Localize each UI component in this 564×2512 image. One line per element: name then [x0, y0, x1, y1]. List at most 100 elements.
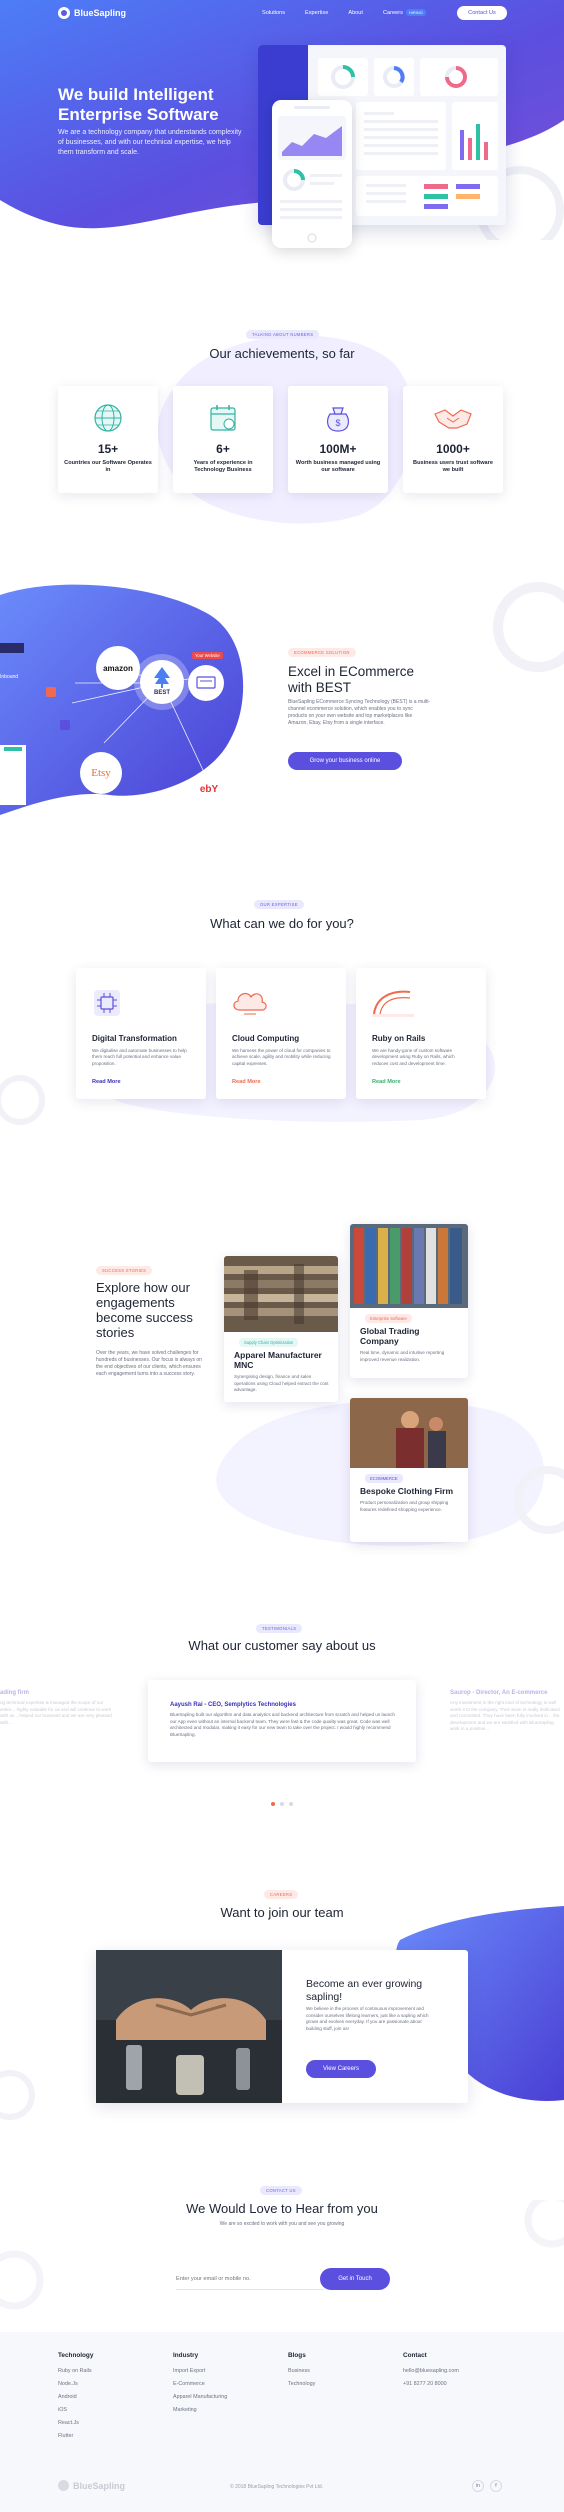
grow-business-button[interactable]: Grow your business online [288, 752, 402, 770]
achievement-label: Worth business managed using our softwar… [295, 460, 381, 473]
footer-link[interactable]: React.Js [58, 2417, 93, 2430]
dashboard-widget [374, 58, 414, 96]
services-title: What can we do for you? [210, 916, 354, 931]
get-in-touch-button[interactable]: Get in Touch [320, 2268, 390, 2290]
testimonial-card: Aayush Rai - CEO, Semplytics Technologie… [148, 1680, 416, 1762]
story-title: Apparel Manufacturer MNC [234, 1350, 334, 1370]
footer-link[interactable]: Apparel Manufacturing [173, 2391, 227, 2404]
website-node-label: Your Website [192, 652, 223, 659]
read-more-link[interactable]: Read More [92, 1079, 121, 1085]
footer-link[interactable]: E-Commerce [173, 2378, 227, 2391]
dashboard-widget [420, 58, 498, 96]
best-hub-label: BEST [153, 690, 170, 696]
testimonial-name: Aayush Rai - CEO, Semplytics Technologie… [170, 1702, 296, 1708]
testimonial-next[interactable]: Saurop - Director, An E-commerce Any inv… [450, 1690, 564, 1760]
footer-column-industry: Industry Import Export E-Commerce Appare… [173, 2352, 227, 2417]
achievements-tag: TALKING ABOUT NUMBERS [246, 330, 320, 339]
services-tag: OUR EXPERTISE [254, 900, 304, 909]
nav-expertise[interactable]: Expertise [305, 10, 328, 16]
service-card[interactable]: Cloud Computing We harness the power of … [216, 968, 346, 1099]
footer-link[interactable]: iOS [58, 2404, 93, 2417]
footer-logo[interactable]: BlueSapling [58, 2480, 125, 2491]
cloud-icon [233, 992, 267, 1015]
amazon-node: amazon [96, 646, 140, 690]
footer-link[interactable]: Technology [288, 2378, 315, 2391]
service-text: We are handy-gone of custom software dev… [372, 1048, 455, 1066]
footer-link[interactable]: Ruby on Rails [58, 2365, 93, 2378]
testimonial-name: ading firm [0, 1690, 30, 1696]
read-more-link[interactable]: Read More [232, 1079, 261, 1085]
hiring-badge: HIRING [405, 9, 426, 16]
social-links: in f [472, 2480, 502, 2492]
website-node: Your Website [188, 644, 224, 701]
footer-link[interactable]: Import Export [173, 2365, 227, 2378]
story-title-line1: Bespoke Clothing Firm [360, 1486, 454, 1496]
clothing-photo [350, 1398, 468, 1468]
footer-heading: Technology [58, 2352, 94, 2359]
sapling-logo-icon [58, 2480, 69, 2491]
apparel-photo [224, 1256, 338, 1332]
carousel-dot-active[interactable] [271, 1802, 275, 1806]
testimonial-text: Any investment in the right kind of tech… [450, 1700, 560, 1731]
story-title: Global Trading Company [360, 1326, 460, 1346]
stories-title: Explore how our engagements become succe… [96, 1280, 216, 1340]
team-photo [96, 1950, 282, 2103]
service-card[interactable]: Digital Transformation We digitalise and… [76, 968, 206, 1099]
footer-link[interactable]: Android [58, 2391, 93, 2404]
footer-email-link[interactable]: hello@bluesapling.com [403, 2365, 459, 2378]
ecommerce-title: Excel in ECommerce with BEST [288, 664, 448, 696]
read-more-link[interactable]: Read More [372, 1079, 401, 1085]
linkedin-icon[interactable]: in [472, 2480, 484, 2492]
story-text: Real time, dynamic and intuitive reporti… [360, 1350, 445, 1362]
email-input[interactable] [176, 2268, 324, 2290]
footer-column-blogs: Blogs Business Technology [288, 2352, 315, 2391]
story-title-line1: Global Trading [360, 1326, 420, 1336]
testimonial-name: Saurop - Director, An E-commerce [450, 1690, 548, 1696]
ecommerce-text: BlueSapling ECommerce Syncing Technology… [288, 699, 431, 726]
footer-link[interactable]: Business [288, 2365, 315, 2378]
etsy-node: Etsy [80, 752, 122, 794]
achievement-card: 6+ Years of experience in Technology Bus… [173, 386, 273, 493]
footer-link[interactable]: Marketing [173, 2404, 227, 2417]
contact-title: We Would Love to Hear from you [186, 2201, 378, 2216]
service-card[interactable]: Ruby on Rails We are handy-gone of custo… [356, 968, 486, 1099]
stories-text: Over the years, we have solved challenge… [96, 1350, 202, 1377]
ecommerce-tag: ECOMMERCE SOLUTION [288, 648, 356, 657]
footer-link[interactable]: Node.Js [58, 2378, 93, 2391]
testimonial-prev[interactable]: ading firm ng technical expertise & mana… [0, 1690, 128, 1760]
story-card[interactable]: Enterprise Software Global Trading Compa… [350, 1224, 468, 1378]
ebay-node: ebY [190, 770, 228, 808]
carousel-dot[interactable] [289, 1802, 293, 1806]
achievement-value: 100M+ [319, 442, 357, 456]
service-title: Digital Transformation [92, 1034, 177, 1043]
hero-title: We build Intelligent Enterprise Software [58, 85, 278, 125]
nav-careers[interactable]: Careers HIRING [383, 9, 426, 16]
story-text: Synergising design, finance and sales op… [234, 1374, 329, 1392]
ecommerce-title-line2: with BEST [288, 680, 352, 695]
story-card[interactable]: Supply Chain Optimization Apparel Manufa… [224, 1256, 338, 1402]
contact-us-button[interactable]: Contact Us [457, 6, 507, 20]
story-card[interactable]: ECOMMERCE Bespoke Clothing Firm Product … [350, 1398, 468, 1542]
story-text: Product personalization and group shippi… [360, 1500, 449, 1512]
view-careers-button[interactable]: View Careers [306, 2060, 376, 2078]
nav-about[interactable]: About [348, 10, 363, 16]
hero-title-line1: We build Intelligent [58, 85, 214, 104]
nav-solutions[interactable]: Solutions [262, 10, 285, 16]
join-card-title-line1: Become an ever growing [306, 1978, 423, 1990]
achievement-value: 15+ [97, 442, 119, 456]
trading-photo [350, 1224, 468, 1308]
carousel-dot[interactable] [280, 1802, 284, 1806]
top-nav: Solutions Expertise About Careers HIRING [262, 9, 426, 16]
footer-link[interactable]: Flutter [58, 2430, 93, 2443]
join-card-text: We believe in the process of continuous … [306, 2006, 429, 2031]
story-tag: ECOMMERCE [365, 1474, 403, 1483]
join-card-title-line2: sapling! [306, 1991, 343, 2003]
testimonials-title: What our customer say about us [188, 1638, 376, 1653]
footer-phone-link[interactable]: +91 8277 20 8000 [403, 2378, 459, 2391]
facebook-icon[interactable]: f [490, 2480, 502, 2492]
brand-logo[interactable]: BlueSapling [58, 7, 126, 19]
stories-title-line1: Explore how our [96, 1280, 190, 1295]
testimonials-tag: TESTIMONIALS [256, 1624, 303, 1633]
money-bag-icon: $ [327, 407, 349, 432]
service-title: Cloud Computing [232, 1034, 300, 1043]
